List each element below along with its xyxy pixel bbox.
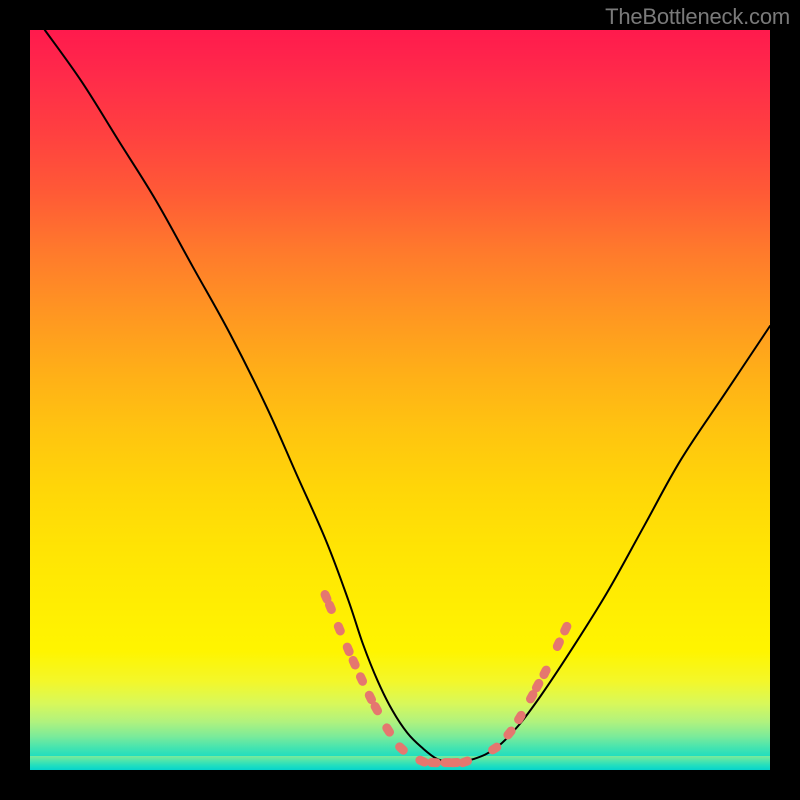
data-point [354, 671, 368, 687]
plot-area [30, 30, 770, 770]
data-point [381, 722, 396, 739]
data-point [341, 641, 355, 657]
data-point [559, 620, 573, 637]
data-point [347, 654, 361, 670]
data-point [512, 709, 527, 726]
curve-right-curve [452, 326, 770, 763]
watermark-text: TheBottleneck.com [605, 4, 790, 30]
data-point [502, 725, 518, 742]
data-point [393, 740, 409, 756]
data-point [538, 664, 552, 681]
curve-left-curve [45, 30, 452, 763]
data-point [457, 755, 473, 768]
chart-svg [30, 30, 770, 770]
data-point [551, 636, 565, 653]
data-point [332, 620, 346, 636]
chart-frame: TheBottleneck.com [0, 0, 800, 800]
data-point [427, 758, 442, 768]
